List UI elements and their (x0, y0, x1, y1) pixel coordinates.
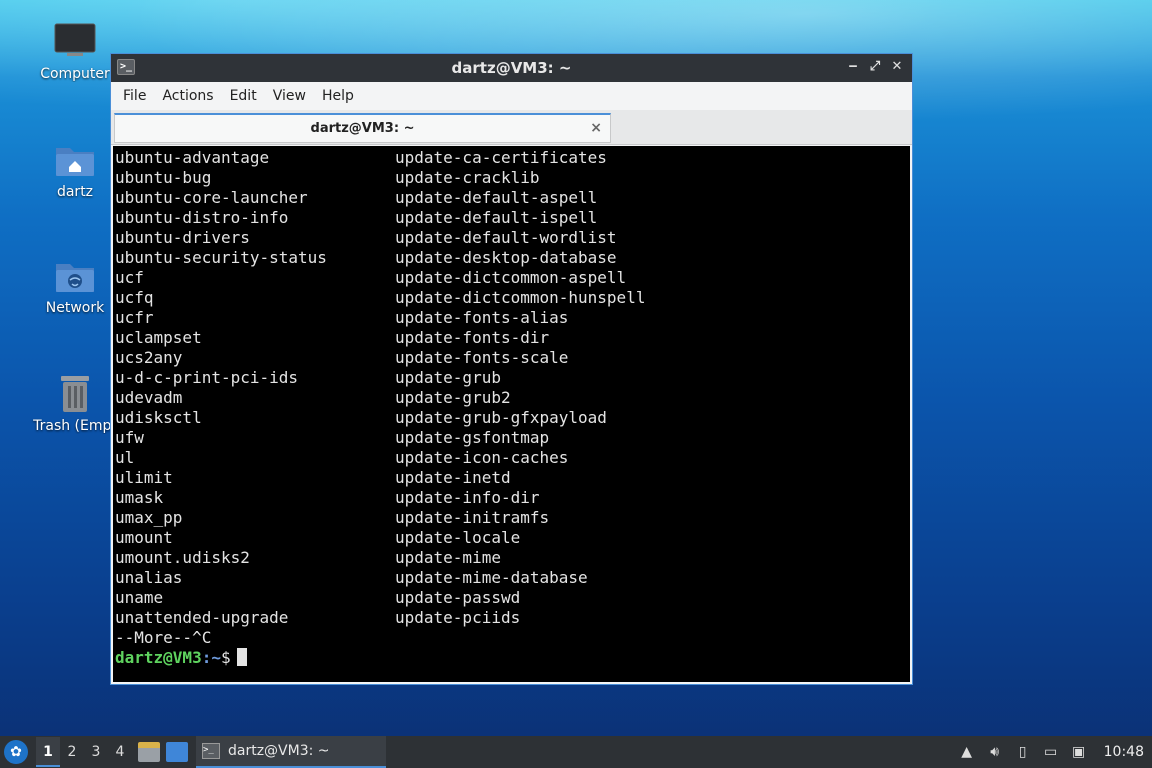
update-notifier-icon[interactable]: ▣ (1070, 743, 1088, 761)
output-line: update-mime (395, 548, 501, 567)
output-line: u-d-c-print-pci-ids (115, 368, 299, 387)
terminal-app-icon: >_ (117, 59, 135, 75)
output-line: update-initramfs (395, 508, 550, 527)
output-column-left: ubuntu-advantage ubuntu-bug ubuntu-core-la… (115, 148, 327, 628)
system-tray: ▲ 🔊︎ ▯ ▭ ▣ 10:48 (958, 736, 1152, 768)
output-line: update-dictcommon-aspell (395, 268, 627, 287)
clipboard-icon[interactable]: ▯ (1014, 743, 1032, 761)
tab-close-icon[interactable]: × (590, 120, 602, 136)
menu-file[interactable]: File (115, 88, 154, 104)
output-line: update-mime-database (395, 568, 588, 587)
task-label: dartz@VM3: ~ (228, 743, 330, 759)
window-titlebar[interactable]: >_ dartz@VM3: ~ ‒ ⤢ ✕ (111, 54, 912, 82)
maximize-button[interactable]: ⤢ (866, 58, 884, 76)
output-line: update-inetd (395, 468, 511, 487)
menu-edit[interactable]: Edit (222, 88, 265, 104)
output-line: ubuntu-security-status (115, 248, 327, 267)
output-line: uclampset (115, 328, 202, 347)
prompt-symbol: $ (220, 648, 231, 667)
output-line: ucf (115, 268, 144, 287)
shell-prompt: dartz@VM3:~$ (115, 648, 247, 668)
terminal-output[interactable]: ubuntu-advantage ubuntu-bug ubuntu-core-la… (113, 146, 910, 682)
prompt-user: dartz@VM3 (115, 648, 202, 667)
clock[interactable]: 10:48 (1104, 744, 1144, 760)
output-column-right: update-ca-certificates update-cracklib upd… (395, 148, 645, 628)
prompt-separator: : (201, 648, 212, 667)
file-manager-launcher-icon[interactable] (138, 742, 160, 762)
output-line: ucs2any (115, 348, 183, 367)
menu-bar: File Actions Edit View Help (111, 82, 912, 110)
more-line: --More--^C (115, 628, 212, 647)
menu-view[interactable]: View (265, 88, 314, 104)
output-line: update-info-dir (395, 488, 540, 507)
menu-help[interactable]: Help (314, 88, 362, 104)
output-line: update-passwd (395, 588, 521, 607)
output-line: update-fonts-alias (395, 308, 569, 327)
output-line: umount (115, 528, 173, 547)
output-line: update-dictcommon-hunspell (395, 288, 646, 307)
output-line: umount.udisks2 (115, 548, 250, 567)
output-line: ucfr (115, 308, 154, 327)
show-desktop-icon[interactable] (166, 742, 188, 762)
tab-terminal[interactable]: dartz@VM3: ~ × (114, 113, 611, 143)
output-line: update-grub-gfxpayload (395, 408, 607, 427)
output-line: ubuntu-core-launcher (115, 188, 308, 207)
output-line: uname (115, 588, 164, 607)
text-cursor (236, 648, 247, 666)
output-line: update-default-wordlist (395, 228, 617, 247)
output-line: update-cracklib (395, 168, 540, 187)
output-line: update-grub (395, 368, 501, 387)
workspace-4[interactable]: 4 (108, 744, 132, 760)
output-line: umask (115, 488, 164, 507)
output-line: ul (115, 448, 135, 467)
output-line: ubuntu-advantage (115, 148, 270, 167)
start-menu-icon[interactable]: ✿ (4, 740, 28, 764)
output-line: ubuntu-bug (115, 168, 212, 187)
output-line: update-icon-caches (395, 448, 569, 467)
tray-up-arrow-icon[interactable]: ▲ (958, 743, 976, 761)
network-icon[interactable]: ▭ (1042, 743, 1060, 761)
output-line: update-default-ispell (395, 208, 598, 227)
output-line: update-fonts-scale (395, 348, 569, 367)
output-line: update-gsfontmap (395, 428, 550, 447)
trash-icon (61, 376, 89, 412)
terminal-window: >_ dartz@VM3: ~ ‒ ⤢ ✕ File Actions Edit … (110, 53, 913, 685)
volume-icon[interactable]: 🔊︎ (986, 743, 1004, 761)
output-line: ubuntu-distro-info (115, 208, 289, 227)
output-line: umax_pp (115, 508, 183, 527)
output-line: update-ca-certificates (395, 148, 607, 167)
workspace-3[interactable]: 3 (84, 744, 108, 760)
output-line: udevadm (115, 388, 183, 407)
workspace-1[interactable]: 1 (36, 737, 60, 767)
output-line: ufw (115, 428, 144, 447)
output-line: update-desktop-database (395, 248, 617, 267)
close-button[interactable]: ✕ (888, 58, 906, 76)
output-line: update-fonts-dir (395, 328, 550, 347)
tab-label: dartz@VM3: ~ (310, 121, 415, 136)
taskbar: ✿ 1 2 3 4 >_ dartz@VM3: ~ ▲ 🔊︎ ▯ ▭ ▣ 10:… (0, 736, 1152, 768)
output-line: update-pciids (395, 608, 521, 627)
output-line: update-default-aspell (395, 188, 598, 207)
output-line: unattended-upgrade (115, 608, 289, 627)
window-title: dartz@VM3: ~ (451, 59, 572, 77)
monitor-icon (54, 23, 96, 56)
output-line: udisksctl (115, 408, 202, 427)
terminal-task-icon: >_ (202, 743, 220, 759)
output-line: unalias (115, 568, 183, 587)
workspace-2[interactable]: 2 (60, 744, 84, 760)
output-line: ucfq (115, 288, 154, 307)
output-line: update-grub2 (395, 388, 511, 407)
prompt-path: ~ (211, 648, 221, 667)
taskbar-task-terminal[interactable]: >_ dartz@VM3: ~ (196, 736, 386, 768)
menu-actions[interactable]: Actions (154, 88, 221, 104)
home-folder-icon (56, 148, 94, 176)
minimize-button[interactable]: ‒ (844, 58, 862, 76)
tab-bar: dartz@VM3: ~ × (111, 110, 912, 145)
network-folder-icon (56, 264, 94, 292)
output-line: ubuntu-drivers (115, 228, 250, 247)
output-line: update-locale (395, 528, 521, 547)
output-line: ulimit (115, 468, 173, 487)
